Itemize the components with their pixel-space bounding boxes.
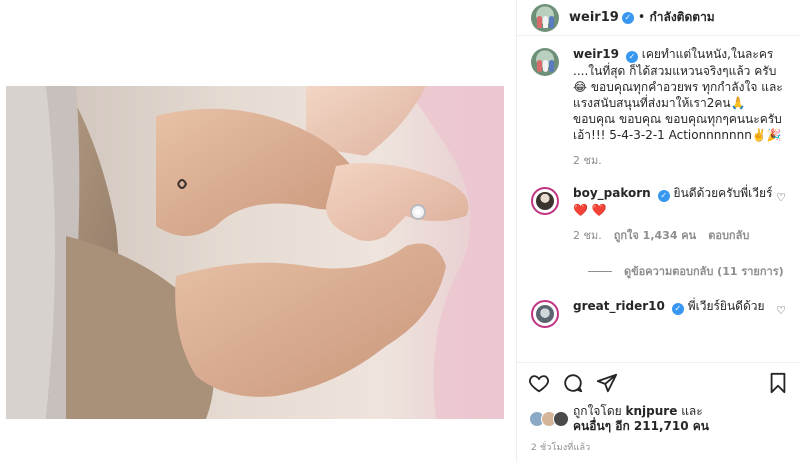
- replies-line: [588, 270, 612, 272]
- instagram-post: weir19 ✓ • กำลังติดตาม weir19 ✓ เคยทำแต่ใ…: [0, 0, 800, 462]
- likes-others[interactable]: คนอื่นๆ อีก 211,710 คน: [573, 419, 709, 433]
- comments-section: weir19 ✓ เคยทำแต่ในหนัง,ในละคร ....ในที่ส…: [517, 36, 800, 362]
- comment-icon[interactable]: [561, 371, 585, 395]
- reply-button[interactable]: ตอบกลับ: [708, 228, 749, 244]
- commenter-username[interactable]: great_rider10: [573, 299, 665, 313]
- caption-body: weir19 ✓ เคยทำแต่ในหนัง,ในละคร ....ในที่ส…: [573, 46, 788, 169]
- view-replies-label: ดูข้อความตอบกลับ (11 รายการ): [624, 265, 784, 278]
- commenter-avatar[interactable]: [531, 187, 559, 215]
- action-bar: [517, 362, 800, 402]
- view-replies-button[interactable]: ดูข้อความตอบกลับ (11 รายการ): [588, 262, 788, 280]
- comment-body: great_rider10 ✓ พี่เวียร์ยินดีด้วย: [573, 298, 788, 328]
- likes-summary: ถูกใจโดย knjpure และ คนอื่นๆ อีก 211,710…: [517, 402, 800, 434]
- post-sidebar: weir19 ✓ • กำลังติดตาม weir19 ✓ เคยทำแต่ใ…: [517, 0, 800, 462]
- comment-item: great_rider10 ✓ พี่เวียร์ยินดีด้วย ♡: [531, 298, 788, 328]
- caption-meta: 2 ชม.: [573, 153, 788, 169]
- comment-like-heart-icon[interactable]: ♡: [776, 191, 786, 204]
- comment-time[interactable]: 2 ชม.: [573, 228, 602, 244]
- author-avatar[interactable]: [531, 3, 559, 32]
- comment-body: boy_pakorn ✓ ยินดีด้วยครับพี่เวียร์ ❤️ ❤️…: [573, 185, 788, 244]
- verified-icon: ✓: [657, 190, 670, 202]
- verified-icon: ✓: [621, 11, 634, 24]
- commenter-avatar[interactable]: [531, 300, 559, 328]
- caption-row: weir19 ✓ เคยทำแต่ในหนัง,ในละคร ....ในที่ส…: [531, 46, 788, 169]
- comment-meta: 2 ชม. ถูกใจ 1,434 คน ตอบกลับ: [573, 228, 788, 244]
- author-username[interactable]: weir19: [569, 10, 619, 25]
- post-photo[interactable]: [6, 86, 504, 419]
- verified-icon: ✓: [625, 51, 638, 63]
- caption-time[interactable]: 2 ชม.: [573, 153, 602, 169]
- heart-icon[interactable]: [527, 371, 551, 395]
- verified-icon: ✓: [671, 303, 684, 315]
- liker-avatars[interactable]: [529, 411, 569, 427]
- media-pane: [0, 0, 517, 462]
- post-timestamp[interactable]: 2 ชั่วโมงที่แล้ว: [517, 434, 800, 454]
- likes-conj: และ: [681, 404, 703, 418]
- comment-likes[interactable]: ถูกใจ 1,434 คน: [614, 228, 696, 244]
- follow-status-button[interactable]: กำลังติดตาม: [649, 8, 714, 27]
- share-icon[interactable]: [595, 371, 619, 395]
- likes-user[interactable]: knjpure: [626, 404, 678, 418]
- post-header: weir19 ✓ • กำลังติดตาม: [517, 0, 800, 36]
- bookmark-icon[interactable]: [766, 371, 790, 395]
- likes-prefix: ถูกใจโดย: [573, 404, 622, 418]
- comment-like-heart-icon[interactable]: ♡: [776, 304, 786, 317]
- comment-hearts: ❤️ ❤️: [573, 203, 607, 217]
- comment-text: ยินดีด้วยครับพี่เวียร์: [673, 186, 773, 200]
- separator-dot: •: [637, 10, 646, 25]
- comment-text: พี่เวียร์ยินดีด้วย: [687, 299, 765, 313]
- caption-avatar[interactable]: [531, 48, 559, 76]
- commenter-username[interactable]: boy_pakorn: [573, 186, 651, 200]
- likes-text: ถูกใจโดย knjpure และ คนอื่นๆ อีก 211,710…: [573, 404, 709, 434]
- caption-text: เคยทำแต่ในหนัง,ในละคร ....ในที่สุด ก็ได้…: [573, 47, 783, 142]
- caption-username[interactable]: weir19: [573, 47, 619, 61]
- comment-item: boy_pakorn ✓ ยินดีด้วยครับพี่เวียร์ ❤️ ❤️…: [531, 185, 788, 244]
